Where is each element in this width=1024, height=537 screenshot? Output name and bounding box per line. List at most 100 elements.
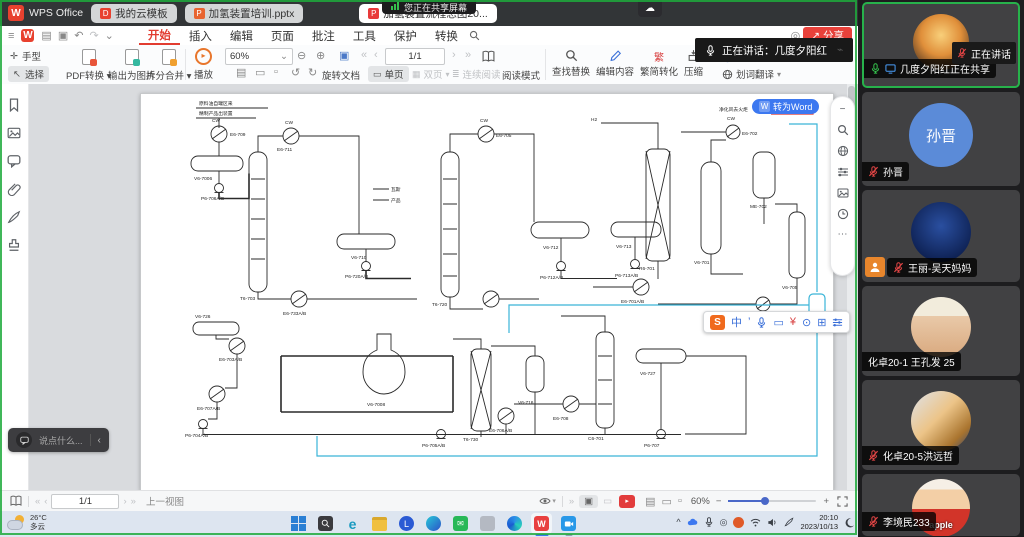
pdf-page[interactable]: .p{fill:none;stroke:#2a2a2a;stroke-width… xyxy=(140,93,834,491)
file-explorer-icon[interactable] xyxy=(369,513,390,534)
swirl-app-icon[interactable] xyxy=(423,513,444,534)
emoji-icon[interactable]: ⊙ xyxy=(802,316,811,329)
chat-placeholder[interactable]: 说点什么... xyxy=(39,434,83,447)
prev-page-icon[interactable]: ‹ xyxy=(374,49,378,61)
fit-width-icon[interactable]: ▭ xyxy=(662,495,672,508)
participant-tile[interactable]: 化卓20-5洪远哲 xyxy=(862,380,1020,470)
single-page-button[interactable]: ▭ 单页 xyxy=(368,66,409,82)
fit-width-icon[interactable]: ▤ xyxy=(236,66,246,79)
pen-input-icon[interactable] xyxy=(784,517,794,527)
fit-window-icon[interactable]: ▤ xyxy=(645,495,655,508)
last-page-icon[interactable]: » xyxy=(465,49,471,61)
zoom-select[interactable]: 60%⌄ xyxy=(225,48,293,65)
document-tab-pptx[interactable]: P 加氢装置培训.pptx xyxy=(185,4,304,23)
magnifier-icon[interactable] xyxy=(837,124,849,136)
start-button[interactable] xyxy=(288,513,309,534)
cloud-sync-chip[interactable]: ☁ xyxy=(638,0,662,17)
chinese-mode-icon[interactable]: 中 xyxy=(731,314,742,330)
last-page-icon[interactable]: » xyxy=(131,496,136,507)
sogou-logo-icon[interactable]: S xyxy=(710,315,725,330)
menu-home[interactable]: 开始 xyxy=(139,26,180,45)
fit-page-icon[interactable]: ▫ xyxy=(678,495,682,507)
participant-tile[interactable]: 正在讲话 几度夕阳红正在共享 xyxy=(862,2,1020,88)
meeting-app-icon[interactable] xyxy=(558,513,579,534)
collapse-left-icon[interactable]: ‹ xyxy=(98,435,101,446)
wifi-icon[interactable] xyxy=(750,517,761,528)
clock[interactable]: 20:10 2023/10/13 xyxy=(800,513,838,532)
menu-edit[interactable]: 编辑 xyxy=(221,28,262,44)
play-button[interactable]: ▸ 播放 xyxy=(194,48,213,81)
signature-icon[interactable] xyxy=(7,210,21,224)
document-tab-templates[interactable]: D 我的云模板 xyxy=(91,4,177,23)
settings-icon[interactable] xyxy=(832,317,843,328)
pdf-convert-button[interactable]: PDF转换 ▾ xyxy=(66,49,111,82)
prev-view-button[interactable]: 上一视图 xyxy=(146,494,184,508)
attachment-icon[interactable] xyxy=(7,182,21,196)
word-translate-button[interactable]: 划词翻译 ▾ xyxy=(722,67,781,81)
punctuation-icon[interactable]: ’ xyxy=(748,316,750,328)
image-tool-icon[interactable] xyxy=(837,187,849,199)
more-caret-icon[interactable]: ⌄ xyxy=(105,29,114,42)
participant-tile[interactable]: 孙晋 孙晋 xyxy=(862,92,1020,186)
tray-expand-icon[interactable]: ^ xyxy=(676,517,680,527)
snapshot-icon[interactable]: ▣ xyxy=(339,49,349,62)
rotate-left-icon[interactable]: ↺ xyxy=(291,66,300,79)
double-page-button[interactable]: ▦ 双页 ▾ xyxy=(412,67,450,81)
notification-moon-icon[interactable] xyxy=(844,517,855,528)
tray-mic-icon[interactable] xyxy=(704,517,714,527)
skin-icon[interactable]: ¥ xyxy=(790,316,796,328)
save-icon[interactable]: ▤ xyxy=(41,29,51,42)
outline-icon[interactable] xyxy=(10,495,22,507)
meeting-chat-pill[interactable]: 说点什么... ‹ xyxy=(8,428,109,452)
volume-icon[interactable] xyxy=(767,517,778,528)
next-page-icon[interactable]: › xyxy=(452,49,456,61)
print-icon[interactable]: ▣ xyxy=(58,29,68,42)
settings-sliders-icon[interactable] xyxy=(837,166,849,178)
keyboard-icon[interactable]: ▭ xyxy=(773,316,783,329)
menu-protect[interactable]: 保护 xyxy=(385,28,426,44)
zoom-percent[interactable]: 60% xyxy=(691,496,710,507)
fullscreen-icon[interactable] xyxy=(837,496,848,507)
zoom-in-icon[interactable]: ⊕ xyxy=(316,49,325,62)
stamp-icon[interactable] xyxy=(7,238,21,252)
comment-icon[interactable] xyxy=(7,154,21,168)
undo-icon[interactable]: ↶ xyxy=(74,29,83,42)
wps-taskbar-icon[interactable]: W xyxy=(531,513,552,534)
more-icon[interactable]: ⋯ xyxy=(838,229,848,240)
continuous-read-button[interactable]: ≣ 连续阅读 xyxy=(452,67,501,81)
zoom-out-icon[interactable]: ⊖ xyxy=(297,49,306,62)
app-home-button[interactable]: W WPS Office xyxy=(8,5,83,21)
edit-content-button[interactable]: 编辑内容 xyxy=(596,49,634,78)
translate-toggle-icon[interactable] xyxy=(837,145,849,157)
find-replace-button[interactable]: 查找替换 xyxy=(552,49,590,78)
menu-page[interactable]: 页面 xyxy=(262,28,303,44)
participant-tile[interactable]: apple 李境民233 xyxy=(862,474,1020,536)
tc-sc-convert-button[interactable]: 繁 繁简转化 xyxy=(640,49,678,78)
collapse-icon[interactable]: − xyxy=(840,104,846,115)
search-taskbar-icon[interactable] xyxy=(315,513,336,534)
fit-page-icon[interactable]: ▭ xyxy=(255,66,265,79)
browser-e-icon[interactable]: e xyxy=(342,513,363,534)
zoom-slider[interactable] xyxy=(728,500,816,502)
zoom-slider-knob[interactable] xyxy=(761,497,769,505)
weather-widget[interactable]: 26°C 多云 xyxy=(7,513,47,532)
next-page-icon[interactable]: › xyxy=(123,496,126,507)
first-page-icon[interactable]: « xyxy=(35,496,40,507)
actual-size-icon[interactable]: ▫ xyxy=(274,66,278,78)
split-view-icon[interactable]: ▭ xyxy=(603,496,612,507)
tray-security-icon[interactable] xyxy=(733,517,744,528)
menu-comment[interactable]: 批注 xyxy=(303,28,344,44)
edge-icon[interactable] xyxy=(504,513,525,534)
read-mode-button[interactable]: 阅读模式 xyxy=(502,68,540,82)
menu-insert[interactable]: 插入 xyxy=(180,28,221,44)
mail-app-icon[interactable]: ✉ xyxy=(450,513,471,534)
select-tool-button[interactable]: ↖ 选择 xyxy=(8,66,49,82)
prev-page-icon[interactable]: ‹ xyxy=(44,496,47,507)
present-record-button[interactable]: ▸ xyxy=(619,495,635,508)
page-number-input[interactable]: 1/1 xyxy=(385,48,445,65)
book-view-icon[interactable] xyxy=(482,50,495,63)
rotate-right-icon[interactable]: ↻ xyxy=(308,66,317,79)
auto-scroll-icon[interactable]: » xyxy=(569,496,574,507)
page-indicator[interactable]: 1/1 xyxy=(51,494,119,509)
bookmark-icon[interactable] xyxy=(7,98,21,112)
